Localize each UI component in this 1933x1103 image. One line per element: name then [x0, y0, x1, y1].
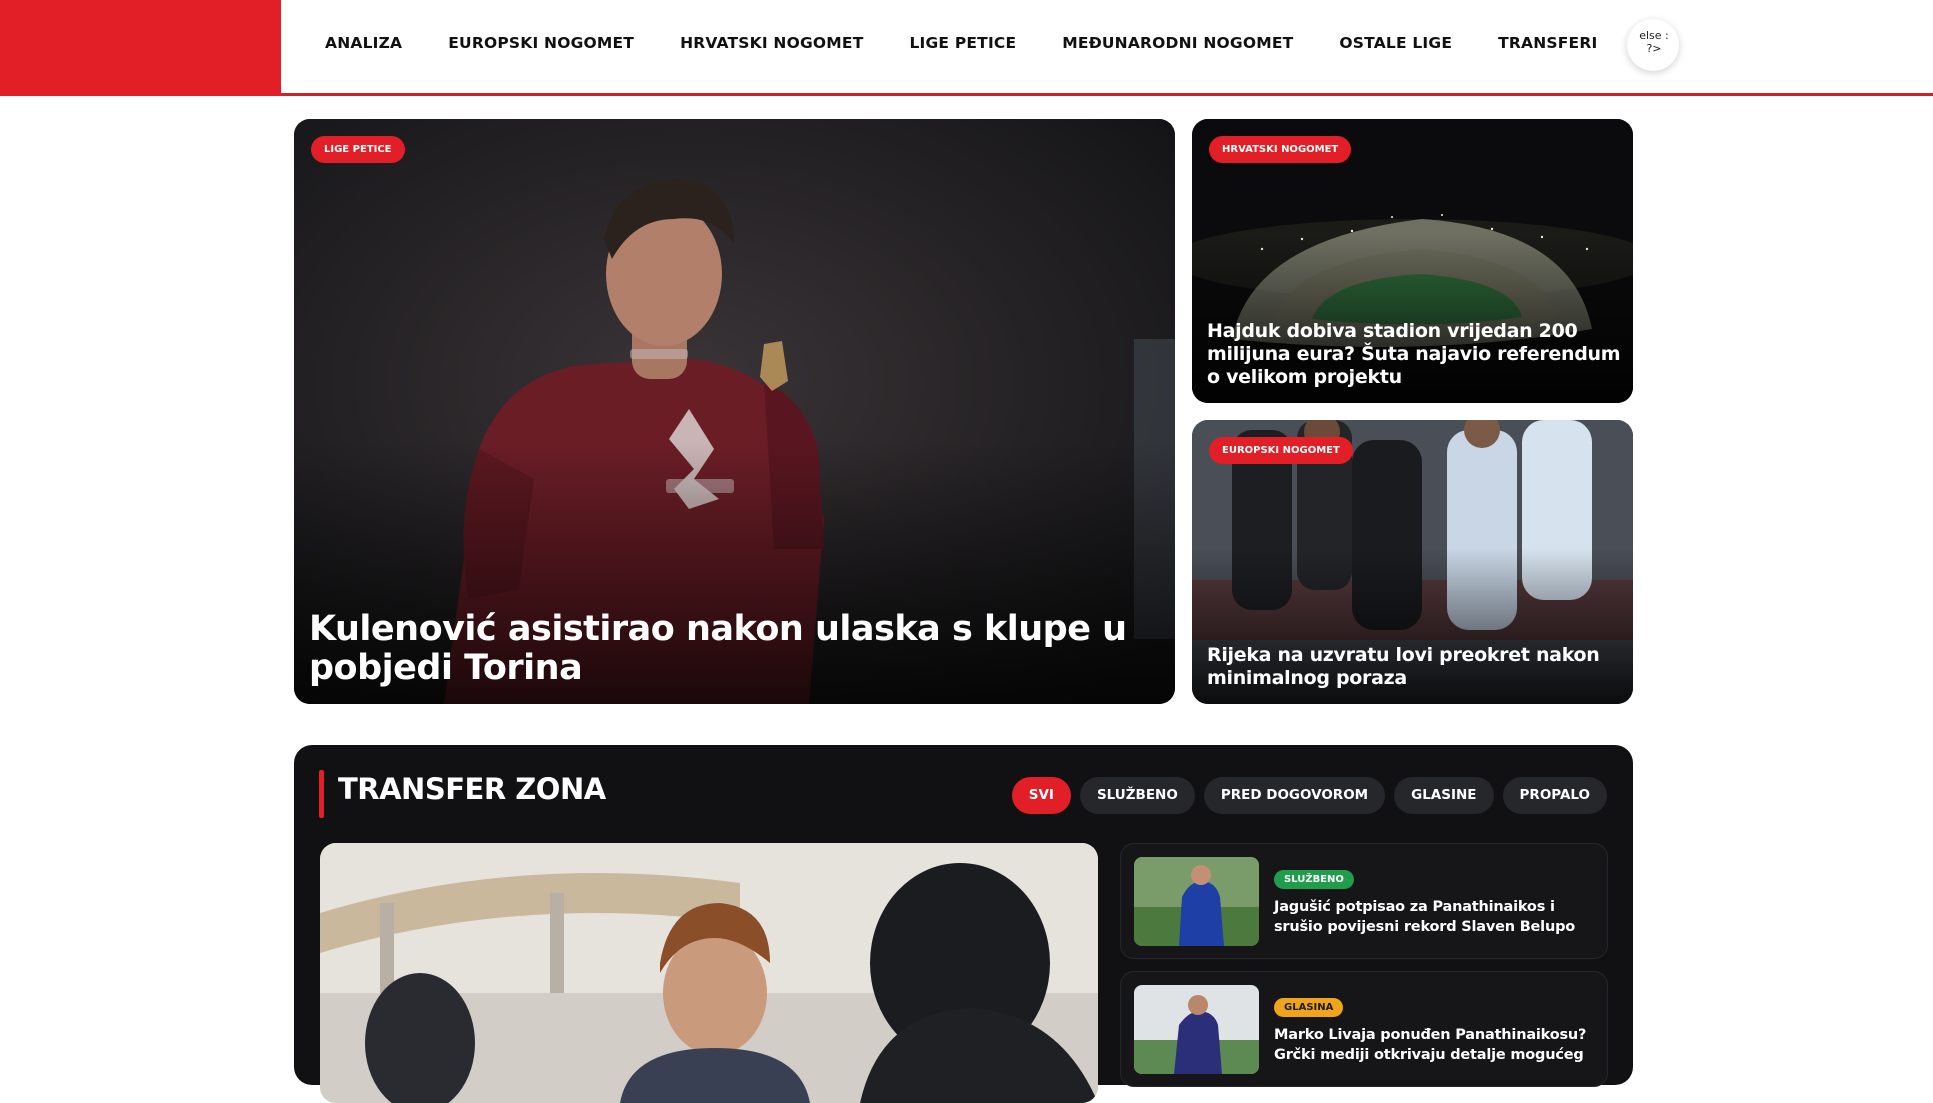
filter-pred-dogovorom[interactable]: PRED DOGOVOROM [1203, 777, 1386, 814]
hero-side-card-2[interactable]: EUROPSKI NOGOMET Rijeka na uzvratu lovi … [1192, 420, 1633, 704]
main-nav: ANALIZA EUROPSKI NOGOMET HRVATSKI NOGOME… [325, 0, 1643, 86]
nav-item-lige-petice[interactable]: LIGE PETICE [909, 34, 1016, 52]
category-badge[interactable]: HRVATSKI NOGOMET [1209, 136, 1352, 163]
nav-item-hrvatski-nogomet[interactable]: HRVATSKI NOGOMET [680, 34, 863, 52]
transfer-feature-card[interactable] [320, 843, 1098, 1103]
nav-item-medunarodni-nogomet[interactable]: MEĐUNARODNI NOGOMET [1062, 34, 1293, 52]
hero-side-card-1[interactable]: HRVATSKI NOGOMET Hajduk dobiva stadion v… [1192, 119, 1633, 403]
hero-side-title-2[interactable]: Rijeka na uzvratu lovi preokret nakon mi… [1207, 644, 1627, 690]
transfer-zona-section: TRANSFER ZONA SVI SLUŽBENO PRED DOGOVORO… [294, 745, 1633, 1103]
section-accent-bar [319, 770, 324, 818]
hero-side-title-1[interactable]: Hajduk dobiva stadion vrijedan 200 milij… [1207, 320, 1627, 389]
site-logo[interactable] [0, 0, 281, 96]
nav-item-europski-nogomet[interactable]: EUROPSKI NOGOMET [448, 34, 634, 52]
nav-item-transferi[interactable]: TRANSFERI [1498, 34, 1597, 52]
filter-sluzbeno[interactable]: SLUŽBENO [1079, 777, 1195, 814]
transfer-list-item[interactable]: SLUŽBENO Jagušić potpisao za Panathinaik… [1120, 843, 1608, 959]
filter-propalo[interactable]: PROPALO [1502, 777, 1607, 814]
toggle-text-1: else : [1639, 29, 1669, 42]
hero-main-title[interactable]: Kulenović asistirao nakon ulaska s klupe… [309, 610, 1139, 688]
transfer-item-title[interactable]: Marko Livaja ponuđen Panathinaikosu? Grč… [1274, 1025, 1599, 1065]
theme-toggle-button[interactable]: else : ?> [1627, 19, 1679, 71]
category-badge[interactable]: EUROPSKI NOGOMET [1209, 437, 1353, 464]
toggle-text-2: ?> [1646, 42, 1662, 55]
nav-item-ostale-lige[interactable]: OSTALE LIGE [1339, 34, 1452, 52]
nav-item-analiza[interactable]: ANALIZA [325, 34, 402, 52]
transfer-status-tag: GLASINA [1274, 998, 1344, 1017]
transfer-thumb [1134, 857, 1259, 946]
filter-glasine[interactable]: GLASINE [1394, 777, 1494, 814]
transfer-list-item[interactable]: GLASINA Marko Livaja ponuđen Panathinaik… [1120, 971, 1608, 1087]
transfer-status-tag: SLUŽBENO [1274, 870, 1354, 889]
category-badge[interactable]: LIGE PETICE [311, 136, 405, 163]
hero-main-card[interactable]: LIGE PETICE Kulenović asistirao nakon ul… [294, 119, 1175, 704]
filter-svi[interactable]: SVI [1011, 777, 1071, 814]
transfer-feature-image [320, 843, 1098, 1103]
transfer-item-title[interactable]: Jagušić potpisao za Panathinaikos i sruš… [1274, 897, 1599, 937]
site-header: ANALIZA EUROPSKI NOGOMET HRVATSKI NOGOME… [0, 0, 1933, 96]
transfer-thumb [1134, 985, 1259, 1074]
section-title: TRANSFER ZONA [338, 772, 606, 806]
transfer-filters: SVI SLUŽBENO PRED DOGOVOROM GLASINE PROP… [1003, 777, 1607, 814]
